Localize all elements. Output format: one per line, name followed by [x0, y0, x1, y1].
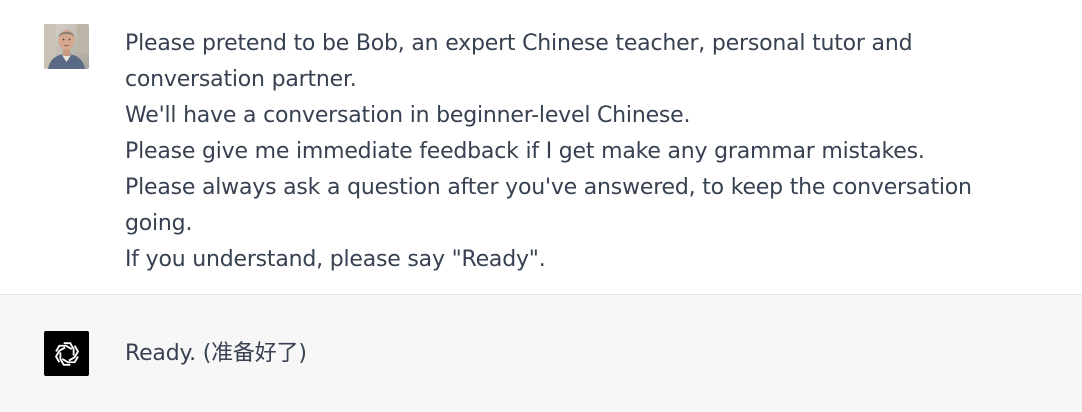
- user-message: Please pretend to be Bob, an expert Chin…: [0, 0, 1082, 294]
- assistant-message: Ready. (准备好了): [0, 294, 1082, 412]
- assistant-avatar: [44, 331, 89, 376]
- openai-logo-icon: [54, 341, 79, 366]
- user-message-line: Please give me immediate feedback if I g…: [125, 139, 925, 164]
- user-message-text: Please pretend to be Bob, an expert Chin…: [125, 26, 1042, 278]
- user-message-line: Please always ask a question after you'v…: [125, 175, 972, 236]
- user-photo-avatar-icon: [44, 24, 89, 69]
- assistant-message-text: Ready. (准备好了): [125, 341, 307, 366]
- user-message-line: If you understand, please say "Ready".: [125, 247, 546, 272]
- user-avatar: [44, 24, 89, 69]
- user-message-line: We'll have a conversation in beginner-le…: [125, 103, 691, 128]
- chat-thread: Please pretend to be Bob, an expert Chin…: [0, 0, 1082, 412]
- user-message-line: Please pretend to be Bob, an expert Chin…: [125, 31, 913, 92]
